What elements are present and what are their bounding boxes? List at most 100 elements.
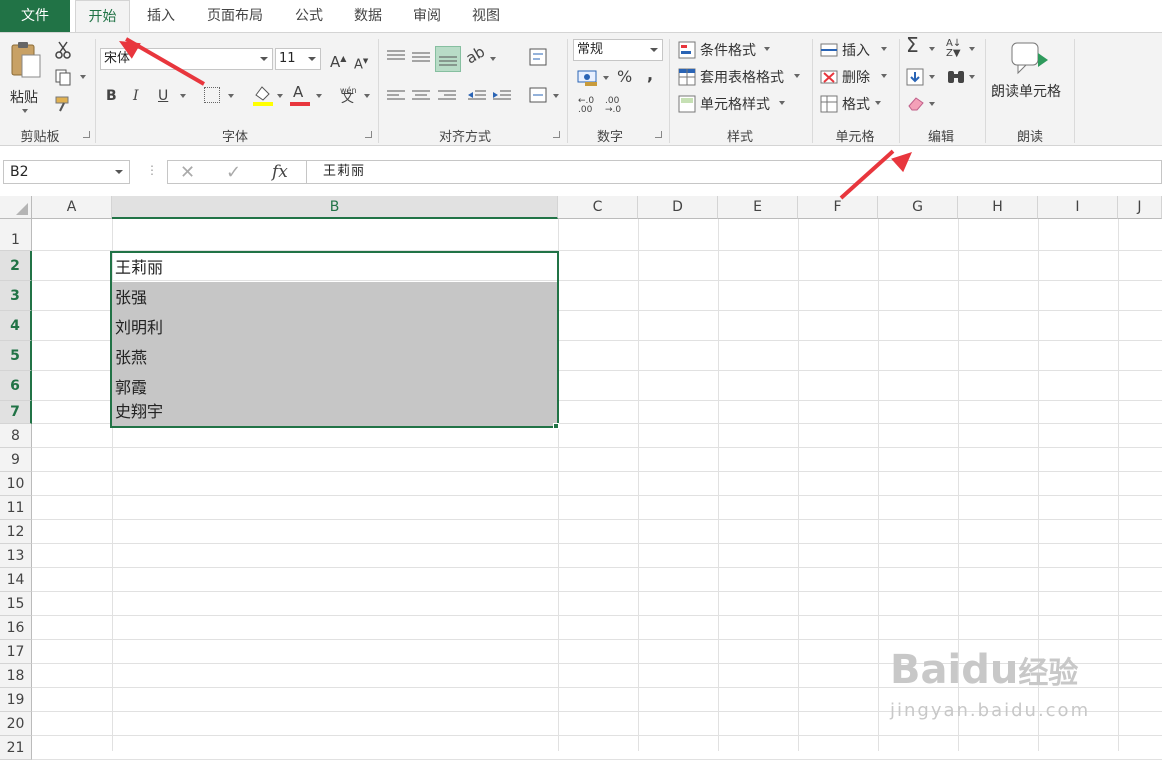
tab-review[interactable]: 审阅 bbox=[402, 0, 452, 32]
format-as-table-button[interactable]: 套用表格格式 bbox=[700, 67, 784, 87]
row-header-17[interactable]: 17 bbox=[0, 640, 32, 664]
chevron-down-icon[interactable] bbox=[603, 76, 609, 80]
column-header-h[interactable]: H bbox=[958, 196, 1038, 219]
align-left-icon[interactable] bbox=[386, 88, 406, 104]
tab-data[interactable]: 数据 bbox=[344, 0, 392, 32]
fill-color-icon[interactable] bbox=[252, 83, 274, 107]
underline-button[interactable]: U bbox=[158, 88, 168, 104]
border-icon[interactable] bbox=[204, 87, 220, 103]
column-header-g[interactable]: G bbox=[878, 196, 958, 219]
align-center-icon[interactable] bbox=[411, 88, 431, 104]
wrap-text-icon[interactable] bbox=[528, 47, 548, 67]
row-header-19[interactable]: 19 bbox=[0, 688, 32, 712]
column-header-d[interactable]: D bbox=[638, 196, 718, 219]
chevron-down-icon[interactable] bbox=[794, 74, 800, 78]
paste-button[interactable]: 粘贴 bbox=[6, 39, 46, 119]
alignment-launcher-icon[interactable] bbox=[553, 131, 560, 138]
column-header-j[interactable]: J bbox=[1118, 196, 1162, 219]
chevron-down-icon[interactable] bbox=[180, 94, 186, 98]
merge-center-icon[interactable] bbox=[528, 85, 548, 105]
format-painter-icon[interactable] bbox=[54, 95, 74, 113]
formula-input[interactable]: 王莉丽 bbox=[307, 160, 1162, 184]
orientation-icon[interactable]: ab bbox=[463, 43, 488, 68]
bold-button[interactable]: B bbox=[106, 88, 117, 104]
row-header-18[interactable]: 18 bbox=[0, 664, 32, 688]
chevron-down-icon[interactable] bbox=[929, 75, 935, 79]
align-right-icon[interactable] bbox=[437, 88, 457, 104]
row-header-20[interactable]: 20 bbox=[0, 712, 32, 736]
row-header-1[interactable]: 1 bbox=[0, 219, 32, 251]
column-header-a[interactable]: A bbox=[32, 196, 112, 219]
chevron-down-icon[interactable] bbox=[316, 94, 322, 98]
cut-icon[interactable] bbox=[54, 41, 72, 59]
tab-page-layout[interactable]: 页面布局 bbox=[196, 0, 274, 32]
fill-icon[interactable] bbox=[906, 68, 924, 86]
row-header-7[interactable]: 7 bbox=[0, 401, 32, 424]
shrink-font-icon[interactable]: A▼ bbox=[354, 53, 368, 73]
cell-styles-icon[interactable] bbox=[678, 95, 696, 113]
increase-decimal-button[interactable]: ←.0.00 bbox=[578, 97, 598, 115]
sort-filter-icon[interactable]: A↓ Z▼ bbox=[946, 39, 961, 59]
percent-button[interactable]: % bbox=[617, 69, 632, 85]
chevron-down-icon[interactable] bbox=[277, 94, 283, 98]
row-header-4[interactable]: 4 bbox=[0, 311, 32, 341]
comma-button[interactable]: , bbox=[647, 67, 653, 83]
decrease-indent-icon[interactable] bbox=[467, 88, 487, 104]
speak-cells-button[interactable]: 朗读单元格 bbox=[991, 81, 1061, 101]
currency-icon[interactable] bbox=[577, 69, 599, 87]
insert-function-button[interactable]: fx bbox=[272, 162, 288, 182]
autosum-button[interactable]: Σ bbox=[906, 35, 919, 55]
clear-icon[interactable] bbox=[906, 95, 926, 111]
column-header-b[interactable]: B bbox=[112, 196, 558, 219]
column-header-i[interactable]: I bbox=[1038, 196, 1118, 219]
increase-indent-icon[interactable] bbox=[492, 88, 512, 104]
conditional-format-button[interactable]: 条件格式 bbox=[700, 40, 756, 60]
drag-handle-icon[interactable]: ⋮ bbox=[146, 163, 158, 177]
insert-cells-button[interactable]: 插入 bbox=[842, 40, 870, 60]
grow-font-icon[interactable]: A▲ bbox=[330, 51, 346, 70]
column-header-c[interactable]: C bbox=[558, 196, 638, 219]
row-header-16[interactable]: 16 bbox=[0, 616, 32, 640]
number-format-select[interactable]: 常规 bbox=[573, 39, 663, 61]
find-select-icon[interactable] bbox=[946, 68, 966, 86]
column-header-e[interactable]: E bbox=[718, 196, 798, 219]
tab-home[interactable]: 开始 bbox=[75, 0, 130, 33]
fill-handle[interactable] bbox=[553, 423, 559, 429]
cancel-icon[interactable]: ✕ bbox=[180, 162, 195, 183]
font-color-icon[interactable]: A bbox=[290, 83, 310, 107]
speak-cells-icon[interactable] bbox=[1010, 39, 1050, 75]
chevron-down-icon[interactable] bbox=[764, 47, 770, 51]
chevron-down-icon[interactable] bbox=[881, 47, 887, 51]
row-header-11[interactable]: 11 bbox=[0, 496, 32, 520]
row-header-12[interactable]: 12 bbox=[0, 520, 32, 544]
delete-cells-button[interactable]: 删除 bbox=[842, 67, 870, 87]
copy-icon[interactable] bbox=[54, 68, 72, 86]
format-as-table-icon[interactable] bbox=[678, 68, 696, 86]
format-cells-button[interactable]: 格式 bbox=[842, 94, 870, 114]
chevron-down-icon[interactable] bbox=[490, 57, 496, 61]
delete-cells-icon[interactable] bbox=[820, 68, 838, 86]
row-header-21[interactable]: 21 bbox=[0, 736, 32, 760]
align-bottom-button[interactable] bbox=[435, 46, 461, 72]
chevron-down-icon[interactable] bbox=[969, 75, 975, 79]
row-header-13[interactable]: 13 bbox=[0, 544, 32, 568]
chevron-down-icon[interactable] bbox=[881, 74, 887, 78]
name-box[interactable]: B2 bbox=[3, 160, 130, 184]
row-header-3[interactable]: 3 bbox=[0, 281, 32, 311]
enter-icon[interactable]: ✓ bbox=[226, 162, 241, 183]
font-size-select[interactable]: 11 bbox=[275, 48, 321, 70]
chevron-down-icon[interactable] bbox=[875, 101, 881, 105]
row-header-5[interactable]: 5 bbox=[0, 341, 32, 371]
tab-view[interactable]: 视图 bbox=[461, 0, 511, 32]
tab-formulas[interactable]: 公式 bbox=[284, 0, 334, 32]
row-header-15[interactable]: 15 bbox=[0, 592, 32, 616]
chevron-down-icon[interactable] bbox=[364, 94, 370, 98]
phonetic-icon[interactable]: wén 文 bbox=[338, 83, 358, 107]
italic-button[interactable]: I bbox=[133, 88, 139, 104]
clipboard-launcher-icon[interactable] bbox=[83, 131, 90, 138]
row-header-14[interactable]: 14 bbox=[0, 568, 32, 592]
insert-cells-icon[interactable] bbox=[820, 41, 838, 59]
row-header-10[interactable]: 10 bbox=[0, 472, 32, 496]
font-launcher-icon[interactable] bbox=[365, 131, 372, 138]
row-header-9[interactable]: 9 bbox=[0, 448, 32, 472]
